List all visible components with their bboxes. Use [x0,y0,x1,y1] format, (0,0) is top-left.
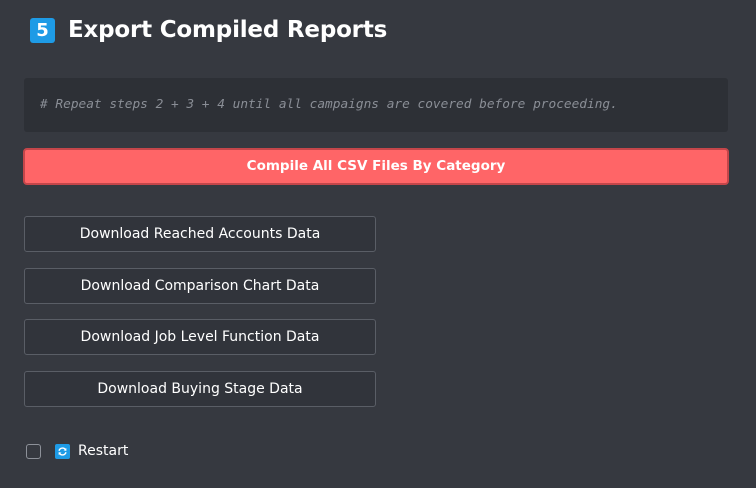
instruction-code-block: # Repeat steps 2 + 3 + 4 until all campa… [24,78,728,132]
download-job-level-function-button[interactable]: Download Job Level Function Data [24,319,376,355]
restart-checkbox[interactable] [26,443,41,459]
export-reports-panel: 5 Export Compiled Reports # Repeat steps… [0,0,756,488]
page-title: Export Compiled Reports [68,17,388,43]
refresh-icon [55,443,70,459]
restart-control[interactable]: Restart [26,442,128,460]
section-header: 5 Export Compiled Reports [30,15,387,45]
step-number-badge: 5 [30,17,55,43]
instruction-comment: # Repeat steps 2 + 3 + 4 until all campa… [40,97,618,112]
download-buying-stage-button[interactable]: Download Buying Stage Data [24,371,376,407]
restart-label: Restart [78,443,129,459]
download-reached-accounts-button[interactable]: Download Reached Accounts Data [24,216,376,252]
download-comparison-chart-button[interactable]: Download Comparison Chart Data [24,268,376,304]
compile-csv-button[interactable]: Compile All CSV Files By Category [23,148,729,185]
